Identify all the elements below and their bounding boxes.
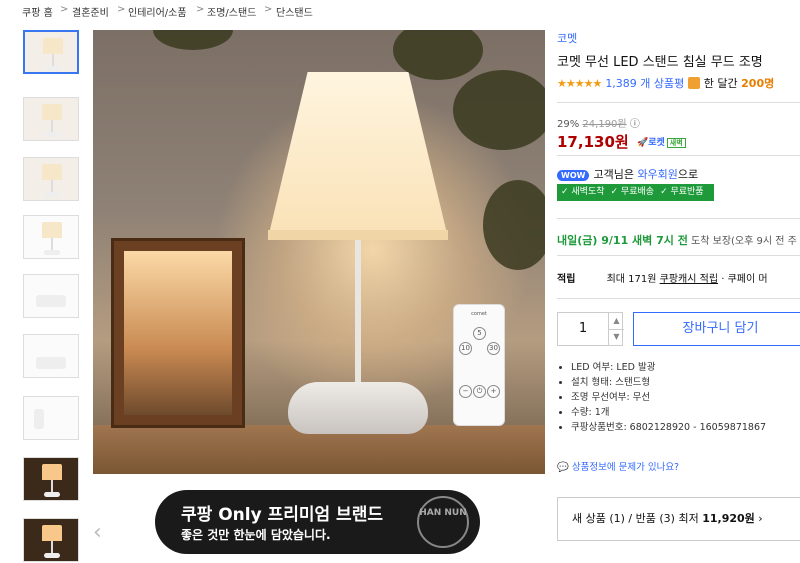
remote-power-icon: ⏻ [473, 385, 486, 398]
chevron-right-icon: › [758, 512, 763, 525]
wow-text-suffix: 으로 [677, 168, 699, 181]
breadcrumb-interior[interactable]: 인테리어/소품 [128, 4, 187, 19]
month-label: 한 달간 [703, 77, 738, 90]
thumbnail[interactable] [23, 30, 79, 74]
remote-minus: − [459, 385, 472, 398]
thumbnail[interactable] [23, 334, 79, 378]
wow-text: 고객님은 [593, 168, 634, 181]
quantity-stepper[interactable]: 1 ▲ ▼ [557, 312, 624, 346]
thumbnail[interactable] [23, 97, 79, 141]
rating-row: ★★★★★ 1,389 개 상품평 한 달간 200명 [557, 75, 774, 91]
spec-item: 설치 형태: 스탠드형 [571, 375, 766, 390]
thumbnail[interactable] [23, 215, 79, 259]
wow-member-link[interactable]: 와우회원 [637, 168, 677, 181]
prev-arrow-icon[interactable]: ‹ [93, 520, 102, 545]
month-buyer-count: 200명 [741, 77, 775, 90]
remote-button-30: 30 [487, 342, 500, 355]
cash-reward-row: 적립 최대 171원 쿠팡캐시 적립 · 쿠페이 머 [557, 270, 768, 285]
benefit-bar: ✓ 새벽도착 ✓ 무료배송 ✓ 무료반품 [557, 184, 714, 201]
report-link[interactable]: 💬 상품정보에 문제가 있나요? [557, 459, 679, 473]
seller-summary: 새 상품 (1) / 반품 (3) 최저 [572, 512, 699, 525]
breadcrumb-separator: > [60, 4, 69, 15]
brand-banner[interactable]: 쿠팡 Only 프리미엄 브랜드 좋은 것만 한눈에 담았습니다. HAN NU… [155, 490, 480, 554]
original-price: 24,190원 [582, 119, 627, 130]
quantity-down-icon[interactable]: ▼ [608, 329, 624, 345]
spec-item: 쿠팡상품번호: 6802128920 - 16059871867 [571, 420, 766, 435]
wow-badge: WOW [557, 170, 590, 181]
banner-subtitle: 좋은 것만 한눈에 담았습니다. [181, 528, 331, 542]
remote-button-10: 10 [459, 342, 472, 355]
rocket-icon: 🚀 [637, 138, 649, 148]
hannun-logo: HAN NUN [417, 496, 469, 548]
rocket-badge: 🚀로켓 새벽 [637, 135, 686, 148]
breadcrumb-separator: > [117, 4, 126, 15]
breadcrumb-separator: > [264, 4, 273, 15]
brand-link[interactable]: 코멧 [557, 30, 577, 46]
breadcrumb: 쿠팡 홈 > 결혼준비 > 인테리어/소품 > 조명/스탠드 > 단스탠드 [0, 0, 800, 20]
delivery-info: 내일(금) 9/11 새벽 7시 전 도착 보장(오후 9시 전 주 [557, 232, 797, 248]
cash-max: 최대 171원 [606, 274, 657, 285]
rocket-dawn-badge: 새벽 [666, 138, 686, 148]
spec-item: LED 여부: LED 발광 [571, 360, 766, 375]
delivery-date: 내일(금) 9/11 새벽 7시 전 [557, 234, 688, 247]
remote-plus: + [487, 385, 500, 398]
remote-control: comet 5 10 30 − ⏻ + [453, 304, 505, 426]
spec-item: 수량: 1개 [571, 405, 766, 420]
banner-title: 쿠팡 Only 프리미엄 브랜드 [181, 505, 383, 525]
benefit-free-return: ✓ 무료반품 [660, 187, 704, 197]
spec-list: LED 여부: LED 발광 설치 형태: 스탠드형 조명 무선여부: 무선 수… [557, 360, 766, 435]
spec-item: 조명 무선여부: 무선 [571, 390, 766, 405]
product-title: 코멧 무선 LED 스탠드 침실 무드 조명 [557, 55, 763, 70]
chat-icon: 💬 [557, 462, 569, 473]
quantity-up-icon[interactable]: ▲ [608, 313, 624, 330]
wow-row: WOW 고객님은 와우회원으로 [557, 166, 698, 182]
cash-label: 적립 [557, 274, 576, 285]
sale-price: 17,130원 [557, 133, 629, 151]
coupang-cash-link[interactable]: 쿠팡캐시 적립 [660, 274, 718, 285]
coupay-text: · 쿠페이 머 [721, 274, 768, 285]
delivery-guarantee: 도착 보장(오후 9시 전 주 [691, 236, 797, 247]
thumbnail[interactable] [23, 274, 79, 318]
remote-button-5: 5 [473, 327, 486, 340]
photo-frame [111, 238, 245, 428]
other-sellers-button[interactable]: 새 상품 (1) / 반품 (3) 최저 11,920원 › [557, 497, 800, 541]
breadcrumb-home[interactable]: 쿠팡 홈 [22, 4, 53, 19]
breadcrumb-separator: > [196, 4, 205, 15]
lamp-base [288, 382, 428, 434]
benefit-dawn: ✓ 새벽도착 [561, 187, 605, 197]
breadcrumb-desk-lamp[interactable]: 단스탠드 [276, 4, 313, 19]
thumbnail[interactable] [23, 396, 79, 440]
add-to-cart-button[interactable]: 장바구니 담기 [633, 312, 800, 346]
breadcrumb-wedding[interactable]: 결혼준비 [72, 4, 109, 19]
quantity-input[interactable]: 1 [558, 313, 608, 345]
benefit-free-shipping: ✓ 무료배송 [610, 187, 655, 197]
seller-lowest-price: 11,920원 [702, 512, 755, 525]
thumbnail[interactable] [23, 157, 79, 201]
info-icon: ⓘ [629, 119, 640, 130]
breadcrumb-lighting[interactable]: 조명/스탠드 [207, 4, 256, 19]
shopping-bag-icon [688, 77, 701, 89]
remote-brand: comet [471, 311, 487, 317]
product-main-image: comet 5 10 30 − ⏻ + [93, 30, 545, 474]
review-count-link[interactable]: 1,389 개 상품평 [605, 77, 684, 90]
discount-row: 29% 24,190원 ⓘ [557, 115, 640, 130]
star-rating-icon: ★★★★★ [557, 77, 602, 90]
thumbnail[interactable] [23, 457, 79, 501]
thumbnail[interactable] [23, 518, 79, 562]
discount-rate: 29% [557, 119, 580, 130]
